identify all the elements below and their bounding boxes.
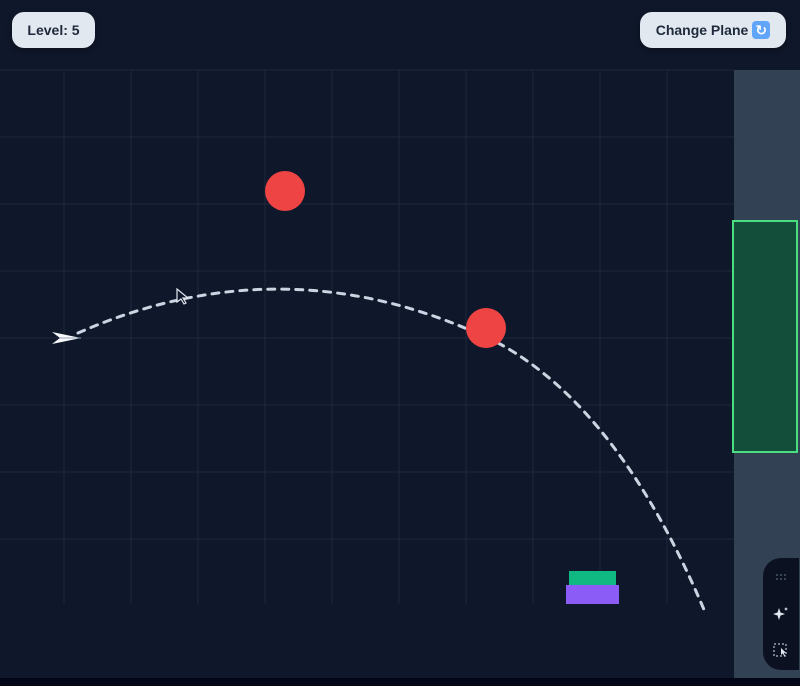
red-ball-obstacle-1 (265, 171, 305, 211)
game-stage[interactable] (0, 0, 800, 686)
tool-dock (763, 558, 799, 670)
red-ball-obstacle-2 (466, 308, 506, 348)
sparkle-icon[interactable] (771, 604, 791, 624)
level-text: Level: 5 (27, 22, 80, 38)
level-indicator: Level: 5 (12, 12, 95, 48)
select-icon[interactable] (771, 641, 791, 661)
launch-pad-top (569, 571, 616, 585)
refresh-icon: ↻ (752, 21, 771, 39)
grid-lines (0, 69, 734, 604)
change-plane-label: Change Plane (655, 22, 749, 38)
launch-pad-base (566, 585, 619, 604)
mouse-cursor-icon (176, 287, 190, 305)
target-zone (732, 220, 798, 453)
grip-icon[interactable] (771, 567, 791, 587)
change-plane-button[interactable]: Change Plane ↻ (640, 12, 786, 48)
bottom-strip (0, 678, 800, 686)
play-field[interactable] (0, 0, 800, 686)
